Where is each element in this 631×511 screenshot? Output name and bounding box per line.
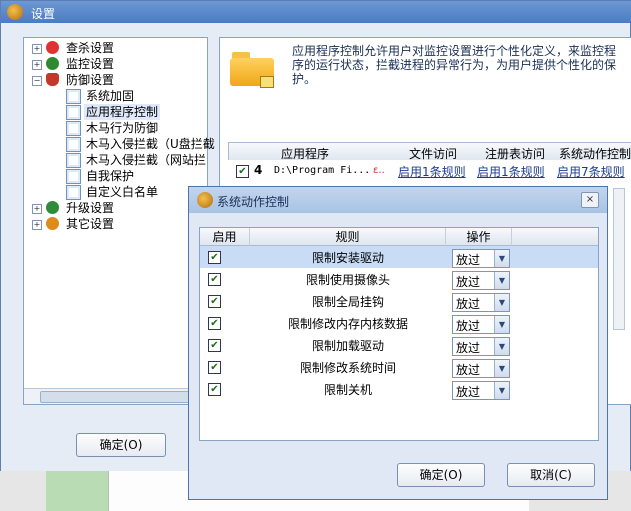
- expand-icon[interactable]: +: [32, 44, 42, 54]
- settings-title-bar: 设置: [1, 1, 631, 23]
- expand-icon[interactable]: +: [32, 60, 42, 70]
- document-icon: [66, 89, 81, 104]
- table-row[interactable]: ✔ 限制加载驱动 放过 ▼: [200, 334, 598, 356]
- tree-horizontal-scrollbar[interactable]: [24, 388, 205, 404]
- app-control-description: 应用程序控制允许用户对监控设置进行个性化定义，来监控程序的运行状态，拦截进程的异…: [292, 44, 617, 86]
- app-mark: ε..: [373, 165, 385, 176]
- enable-checkbox[interactable]: ✔: [208, 361, 221, 374]
- close-button[interactable]: ×: [581, 192, 599, 208]
- enable-checkbox[interactable]: ✔: [208, 339, 221, 352]
- col-action[interactable]: 操作: [446, 228, 512, 246]
- update-icon: [46, 201, 59, 214]
- document-icon: [66, 137, 81, 152]
- expand-icon[interactable]: +: [32, 204, 42, 214]
- table-row[interactable]: ✔ 4 D:\Program Fi... ε.. 启用1条规则 启用1条规则 启…: [228, 160, 631, 182]
- dialog-cancel-button[interactable]: 取消(C): [507, 463, 595, 487]
- col-spacer: [512, 228, 598, 246]
- app-count: 4: [254, 163, 263, 177]
- table-row[interactable]: ✔ 限制修改内存内核数据 放过 ▼: [200, 312, 598, 334]
- main-ok-button[interactable]: 确定(O): [76, 433, 166, 457]
- chevron-down-icon[interactable]: ▼: [494, 272, 509, 289]
- document-icon: [66, 185, 81, 200]
- file-access-link[interactable]: 启用1条规则: [398, 163, 466, 180]
- action-select[interactable]: 放过 ▼: [452, 249, 510, 268]
- app-path: D:\Program Fi...: [274, 165, 371, 176]
- table-vertical-scrollbar[interactable]: [613, 188, 625, 330]
- app-logo-icon: [197, 192, 213, 208]
- table-row[interactable]: ✔ 限制使用摄像头 放过 ▼: [200, 268, 598, 290]
- action-select[interactable]: 放过 ▼: [452, 381, 510, 400]
- enable-checkbox[interactable]: ✔: [236, 165, 249, 178]
- system-action-link[interactable]: 启用7条规则: [557, 163, 625, 180]
- dialog-title-bar: 系统动作控制 ×: [189, 187, 607, 213]
- window-title: 设置: [31, 7, 56, 21]
- table-row[interactable]: ✔ 限制关机 放过 ▼: [200, 378, 598, 400]
- rules-table: 启用 规则 操作 ✔ 限制安装驱动 放过 ▼ ✔ 限制使用摄像头 放过 ▼ ✔ 限制…: [199, 227, 599, 441]
- col-rule[interactable]: 规则: [250, 228, 446, 246]
- enable-checkbox[interactable]: ✔: [208, 251, 221, 264]
- table-row[interactable]: ✔ 限制全局挂钩 放过 ▼: [200, 290, 598, 312]
- document-icon: [66, 153, 81, 168]
- dialog-ok-button[interactable]: 确定(O): [397, 463, 485, 487]
- document-icon: [66, 121, 81, 136]
- dialog-title: 系统动作控制: [217, 195, 290, 209]
- scrollbar-thumb[interactable]: [40, 391, 192, 403]
- registry-access-link[interactable]: 启用1条规则: [477, 163, 545, 180]
- settings-tree: + 查杀设置 + 监控设置 − 防御设置 系统加固 应用程序控制 木马行为防御: [23, 37, 215, 405]
- action-select[interactable]: 放过 ▼: [452, 315, 510, 334]
- collapse-icon[interactable]: −: [32, 76, 42, 86]
- system-action-dialog: 系统动作控制 × 启用 规则 操作 ✔ 限制安装驱动 放过 ▼ ✔ 限制使用摄像头…: [188, 186, 608, 500]
- col-enable[interactable]: 启用: [200, 228, 250, 246]
- document-icon: [66, 105, 81, 120]
- app-table-header: 应用程序 文件访问 注册表访问 系统动作控制: [228, 142, 631, 162]
- table-row[interactable]: ✔ 限制修改系统时间 放过 ▼: [200, 356, 598, 378]
- action-select[interactable]: 放过 ▼: [452, 271, 510, 290]
- shield-icon: [46, 73, 59, 86]
- folder-lock-icon: [230, 52, 274, 88]
- document-icon: [66, 169, 81, 184]
- scan-icon: [46, 41, 59, 54]
- action-select[interactable]: 放过 ▼: [452, 293, 510, 312]
- chevron-down-icon[interactable]: ▼: [494, 382, 509, 399]
- app-logo-icon: [7, 4, 23, 20]
- monitor-icon: [46, 57, 59, 70]
- enable-checkbox[interactable]: ✔: [208, 317, 221, 330]
- enable-checkbox[interactable]: ✔: [208, 383, 221, 396]
- chevron-down-icon[interactable]: ▼: [494, 338, 509, 355]
- chevron-down-icon[interactable]: ▼: [494, 316, 509, 333]
- enable-checkbox[interactable]: ✔: [208, 273, 221, 286]
- chevron-down-icon[interactable]: ▼: [494, 250, 509, 267]
- gear-icon: [46, 217, 59, 230]
- action-select[interactable]: 放过 ▼: [452, 337, 510, 356]
- chevron-down-icon[interactable]: ▼: [494, 294, 509, 311]
- chevron-down-icon[interactable]: ▼: [494, 360, 509, 377]
- table-row[interactable]: ✔ 限制安装驱动 放过 ▼: [200, 246, 598, 268]
- action-select[interactable]: 放过 ▼: [452, 359, 510, 378]
- expand-icon[interactable]: +: [32, 220, 42, 230]
- enable-checkbox[interactable]: ✔: [208, 295, 221, 308]
